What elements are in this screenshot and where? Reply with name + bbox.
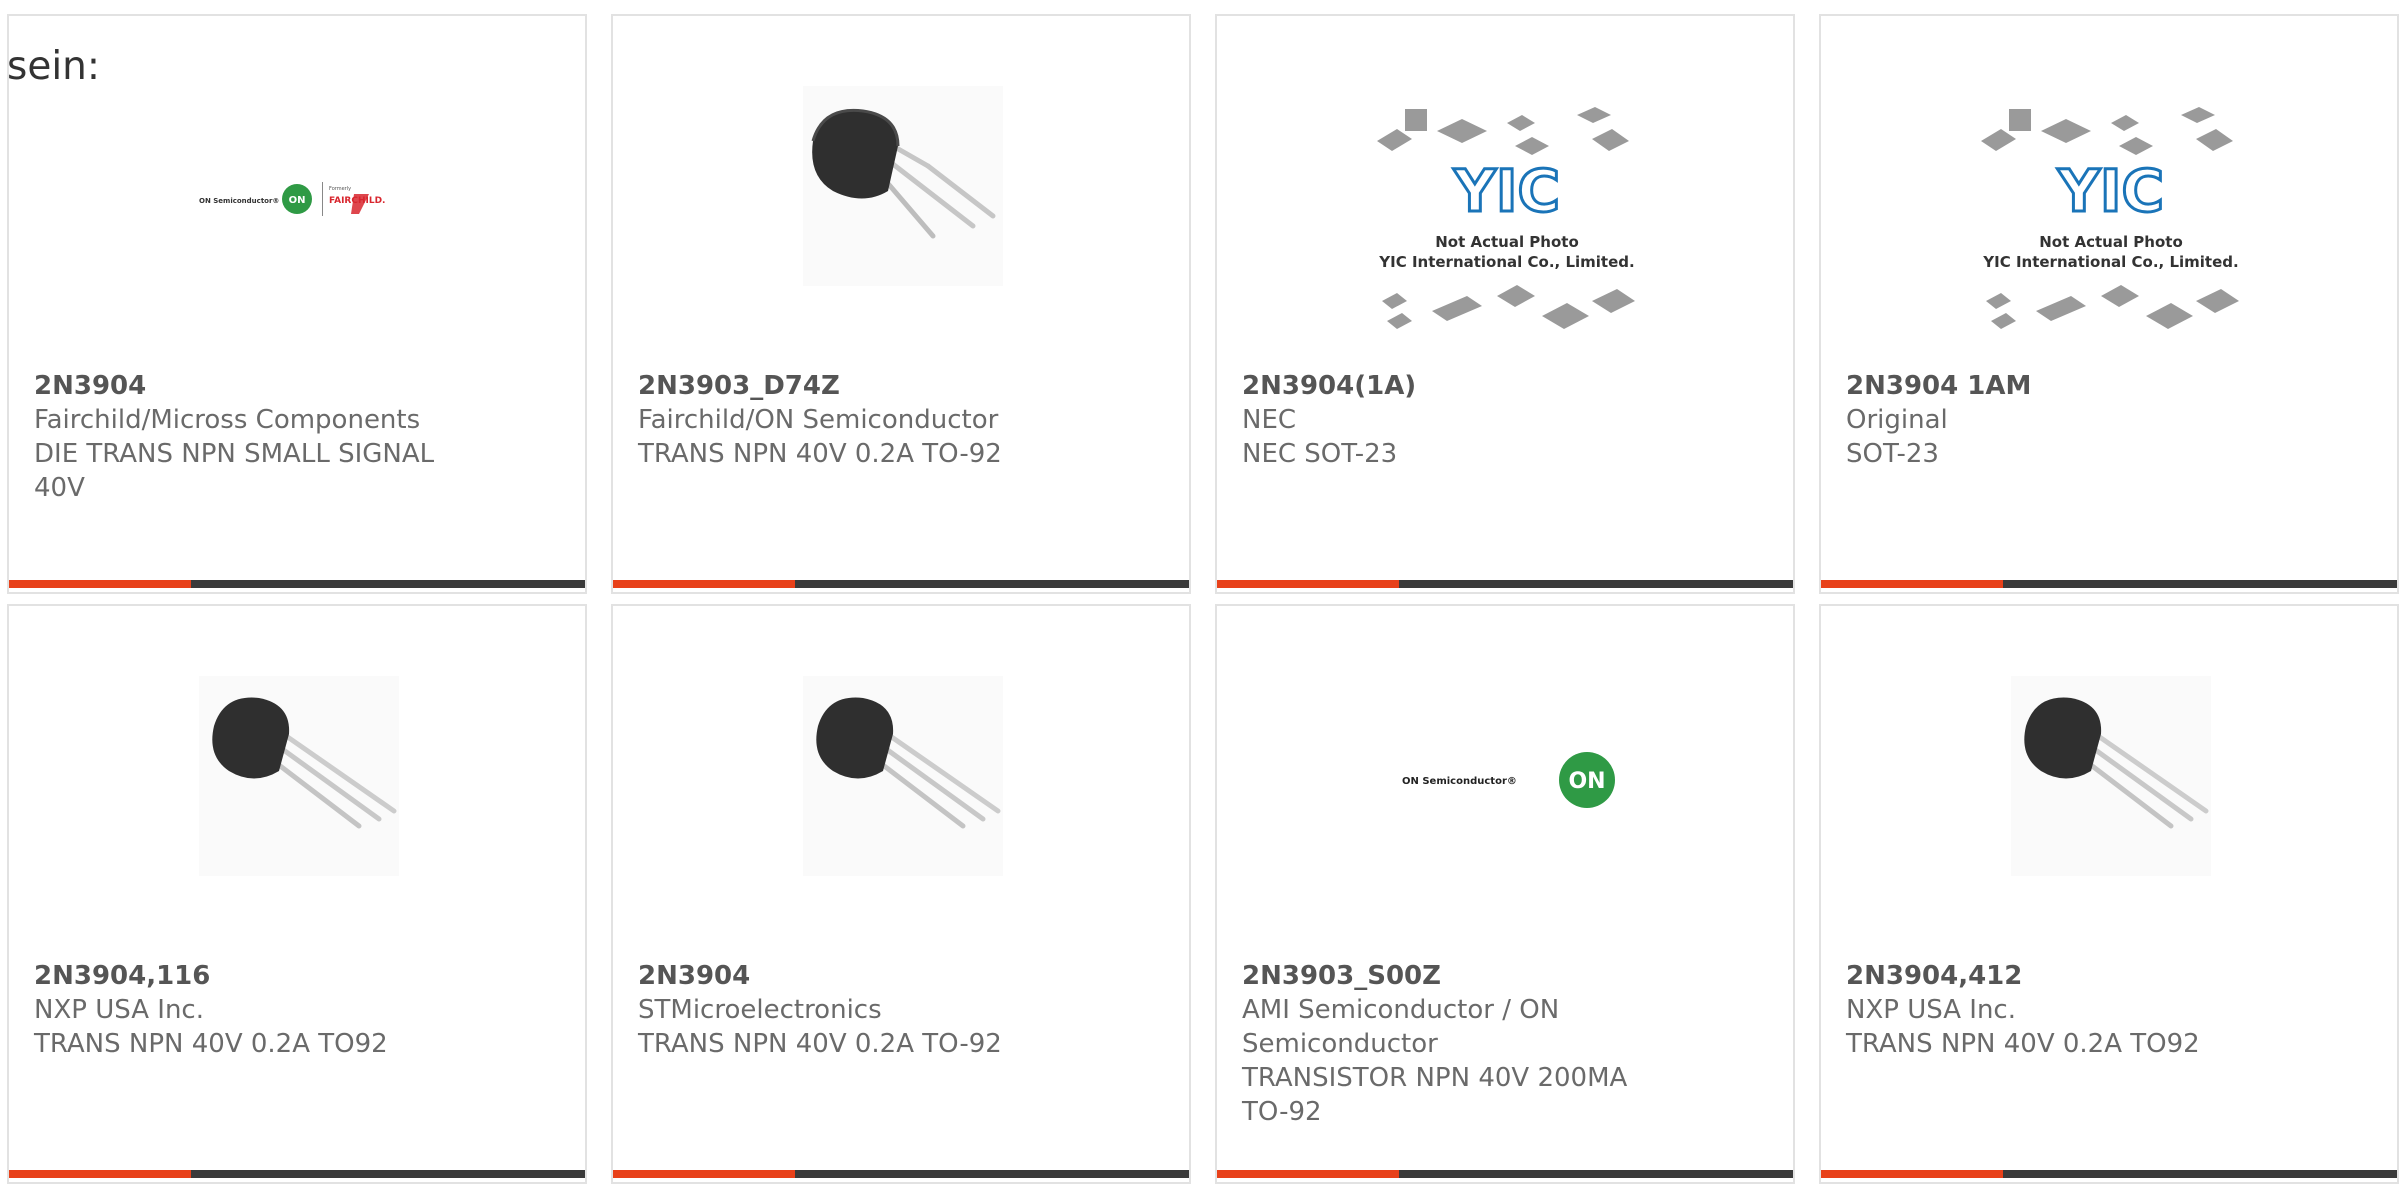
product-card[interactable]: ON Semiconductor® ON Formerly FAIRCHILD.… [7, 14, 587, 594]
svg-text:YIC: YIC [1453, 157, 1560, 225]
manufacturer: Fairchild/ON Semiconductor [638, 405, 999, 435]
card-bar [9, 1170, 585, 1178]
svg-text:YIC: YIC [2057, 157, 2164, 225]
yic-placeholder-image: YIC Not Actual Photo YIC International C… [1377, 107, 1635, 329]
on-fairchild-logo: ON Semiconductor® ON Formerly FAIRCHILD. [199, 182, 385, 216]
svg-text:YIC International Co., Limited: YIC International Co., Limited. [1378, 253, 1634, 271]
svg-text:YIC International Co., Limited: YIC International Co., Limited. [1982, 253, 2238, 271]
product-image[interactable]: ON Semiconductor® ON [1217, 606, 1793, 956]
card-bar [9, 580, 585, 588]
svg-text:Not Actual Photo: Not Actual Photo [1435, 233, 1579, 251]
product-image[interactable] [1821, 606, 2397, 956]
product-card[interactable]: YIC Not Actual Photo YIC International C… [1819, 14, 2399, 594]
on-semiconductor-logo: ON Semiconductor® ON [1402, 752, 1615, 808]
svg-text:ON Semiconductor®: ON Semiconductor® [199, 197, 279, 205]
description: TRANSISTOR NPN 40V 200MA TO-92 [1242, 1063, 1628, 1127]
product-image[interactable]: YIC Not Actual Photo YIC International C… [1821, 16, 2397, 366]
part-number[interactable]: 2N3904,412 [1846, 961, 2022, 991]
svg-text:ON: ON [289, 195, 306, 206]
description: DIE TRANS NPN SMALL SIGNAL 40V [34, 439, 435, 503]
yic-placeholder-image: YIC Not Actual Photo YIC International C… [1981, 107, 2239, 329]
product-card[interactable]: 2N3904,412 NXP USA Inc. TRANS NPN 40V 0.… [1819, 604, 2399, 1184]
intro-text: sein: [7, 44, 101, 89]
product-card[interactable]: 2N3904 STMicroelectronics TRANS NPN 40V … [611, 604, 1191, 1184]
card-bar [613, 580, 1189, 588]
description: TRANS NPN 40V 0.2A TO92 [34, 1029, 388, 1059]
description: TRANS NPN 40V 0.2A TO-92 [638, 439, 1002, 469]
part-number[interactable]: 2N3904 [638, 961, 750, 991]
svg-text:ON Semiconductor®: ON Semiconductor® [1402, 776, 1517, 787]
description: TRANS NPN 40V 0.2A TO92 [1846, 1029, 2200, 1059]
product-card[interactable]: YIC Not Actual Photo YIC International C… [1215, 14, 1795, 594]
product-image[interactable] [613, 606, 1189, 956]
part-number[interactable]: 2N3904 1AM [1846, 371, 2031, 401]
part-number[interactable]: 2N3904,116 [34, 961, 210, 991]
manufacturer: Fairchild/Micross Components [34, 405, 421, 435]
manufacturer: AMI Semiconductor / ON Semiconductor [1242, 995, 1560, 1059]
svg-text:ON: ON [1568, 769, 1605, 794]
manufacturer: NXP USA Inc. [1846, 995, 2016, 1025]
part-number[interactable]: 2N3903_D74Z [638, 371, 840, 401]
part-number[interactable]: 2N3904(1A) [1242, 371, 1416, 401]
card-bar [1217, 1170, 1793, 1178]
product-card[interactable]: 2N3904,116 NXP USA Inc. TRANS NPN 40V 0.… [7, 604, 587, 1184]
product-card[interactable]: 2N3903_D74Z Fairchild/ON Semiconductor T… [611, 14, 1191, 594]
card-bar [1217, 580, 1793, 588]
manufacturer: Original [1846, 405, 1948, 435]
transistor-icon [2011, 676, 2211, 876]
description: NEC SOT-23 [1242, 439, 1398, 469]
manufacturer: NXP USA Inc. [34, 995, 204, 1025]
part-number[interactable]: 2N3903_S00Z [1242, 961, 1441, 991]
manufacturer: NEC [1242, 405, 1297, 435]
svg-text:Not Actual Photo: Not Actual Photo [2039, 233, 2183, 251]
part-number[interactable]: 2N3904 [34, 371, 146, 401]
description: TRANS NPN 40V 0.2A TO-92 [638, 1029, 1002, 1059]
product-image[interactable] [9, 606, 585, 956]
description: SOT-23 [1846, 439, 1939, 469]
card-bar [1821, 1170, 2397, 1178]
manufacturer: STMicroelectronics [638, 995, 882, 1025]
product-image[interactable]: YIC Not Actual Photo YIC International C… [1217, 16, 1793, 366]
svg-text:Formerly: Formerly [329, 186, 351, 192]
card-bar [613, 1170, 1189, 1178]
card-bar [1821, 580, 2397, 588]
transistor-icon [803, 86, 1003, 286]
product-image[interactable] [613, 16, 1189, 366]
transistor-icon [803, 676, 1003, 876]
transistor-icon [199, 676, 399, 876]
product-card[interactable]: ON Semiconductor® ON 2N3903_S00Z AMI Sem… [1215, 604, 1795, 1184]
